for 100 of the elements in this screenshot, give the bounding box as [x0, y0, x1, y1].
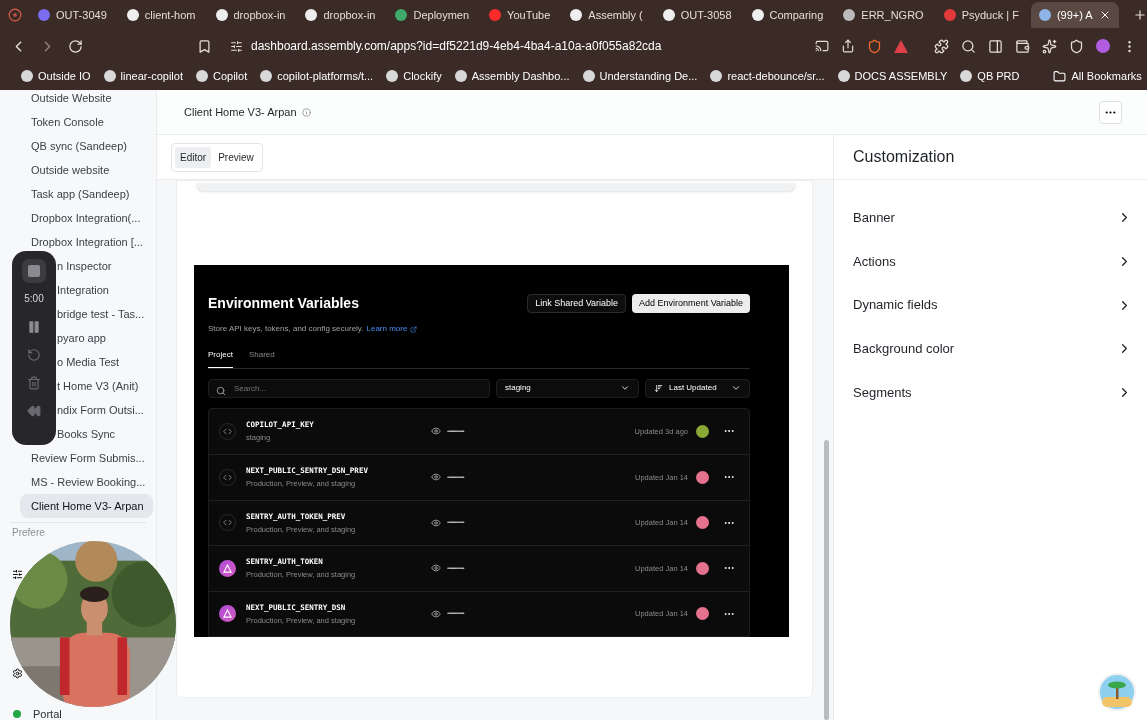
favicon-icon	[395, 9, 408, 21]
customization-item[interactable]: Actions	[834, 239, 1147, 284]
rewind-icon[interactable]	[27, 404, 41, 418]
sidebar-item[interactable]: pyaro app	[57, 330, 149, 346]
sidebar-item[interactable]: n Inspector	[57, 258, 149, 274]
eye-icon[interactable]	[431, 563, 441, 574]
sort-select[interactable]: Last Updated	[645, 379, 750, 398]
browser-tab[interactable]: dropbox-in	[297, 2, 384, 28]
sidebar-item[interactable]: Review Form Submis...	[24, 450, 149, 466]
bookmark-item[interactable]: Understanding De...	[582, 67, 698, 85]
all-bookmarks-item[interactable]: All Bookmarks	[1052, 67, 1142, 85]
bookmark-item[interactable]: react-debounce/sr...	[710, 67, 825, 85]
sidebar-item[interactable]: o Media Test	[57, 354, 149, 370]
address-bar[interactable]: dashboard.assembly.com/apps?id=df5221d9-4eb4-4ba4-a10a-a0f055a82cda	[224, 33, 914, 59]
view-tab[interactable]: Preview	[213, 146, 259, 168]
sidebar-item[interactable]: bridge test - Tas...	[57, 306, 149, 322]
profile-icon[interactable]	[1096, 39, 1110, 53]
new-tab-icon[interactable]	[1132, 8, 1147, 22]
browser-tab[interactable]: (99+) A	[1030, 2, 1119, 28]
wallet-icon[interactable]	[1015, 38, 1030, 54]
filter-icon[interactable]	[12, 569, 23, 580]
extensions-icon[interactable]	[934, 38, 949, 54]
sidebar-item[interactable]: Dropbox Integration(...	[24, 210, 149, 226]
browser-tab[interactable]: OUT-3058	[654, 2, 740, 28]
bookmark-item[interactable]: Copilot	[195, 67, 248, 85]
more-button[interactable]	[1099, 100, 1122, 124]
bookmark-item[interactable]: QB PRD	[960, 67, 1020, 85]
favicon-icon	[843, 9, 856, 21]
page-title: Client Home V3- Arpan	[184, 104, 297, 120]
integration-icon	[219, 559, 236, 577]
bookmark-item[interactable]: DOCS ASSEMBLY	[837, 67, 948, 85]
sidebar-item[interactable]: MS - Review Booking...	[24, 474, 149, 490]
eye-icon[interactable]	[431, 426, 441, 437]
customization-item[interactable]: Background color	[834, 327, 1147, 371]
browser-tab[interactable]: YouTube	[481, 2, 559, 28]
sidebar-item[interactable]: Books Sync	[57, 426, 149, 442]
browser-tab[interactable]: OUT-3049	[30, 2, 115, 28]
triangle-icon[interactable]	[894, 39, 908, 53]
bookmark-item[interactable]: Assembly Dashbo...	[454, 67, 570, 85]
sidebar-item[interactable]: t Home V3 (Anit)	[57, 378, 149, 394]
sort-icon	[654, 383, 663, 393]
tab-title: Assembly (	[588, 7, 643, 23]
environment-select[interactable]: staging	[496, 379, 639, 398]
eye-icon[interactable]	[431, 608, 441, 619]
search-icon	[216, 386, 226, 396]
reload-icon[interactable]	[68, 38, 83, 54]
tab[interactable]: Shared	[248, 349, 275, 368]
bookmark-item[interactable]: Outside IO	[21, 67, 91, 85]
browser-tab[interactable]: Assembly (	[562, 2, 651, 28]
eye-icon[interactable]	[431, 517, 441, 528]
search-field[interactable]: Search...	[208, 379, 490, 398]
bookmark-item[interactable]: linear-copilot	[103, 67, 183, 85]
cast-icon[interactable]	[815, 39, 829, 53]
tab-title: OUT-3058	[680, 7, 732, 23]
browser-tab[interactable]: client-hom	[118, 2, 204, 28]
settings-icon[interactable]	[12, 668, 23, 679]
action-button[interactable]: Link Shared Variable	[527, 294, 627, 313]
browser-tab[interactable]: dropbox-in	[207, 2, 294, 28]
site-settings-icon[interactable]	[230, 39, 243, 53]
sparkles-icon[interactable]	[1042, 38, 1057, 54]
portal-item[interactable]: Portal	[13, 708, 156, 720]
bookmark-item[interactable]: copilot-platforms/t...	[260, 67, 374, 85]
sidebar-item[interactable]: Token Console	[24, 114, 149, 130]
customization-item[interactable]: Banner	[834, 196, 1147, 240]
favicon-icon	[960, 70, 973, 82]
browser-tab[interactable]: Comparing	[743, 2, 832, 28]
panel-title: Customization	[853, 147, 955, 167]
sidebar-item[interactable]: ndix Form Outsi...	[57, 402, 149, 418]
shield-icon[interactable]	[1069, 38, 1084, 54]
browser-tab[interactable]: Deploymen	[387, 2, 478, 28]
timer-text: 5:00	[24, 292, 44, 306]
learn-more-link[interactable]: Learn more	[366, 323, 408, 335]
sidebar-item[interactable]: Task app (Sandeep)	[24, 186, 149, 202]
tab[interactable]: Project	[208, 349, 233, 368]
bookmark-icon[interactable]	[197, 38, 212, 54]
share-icon[interactable]	[841, 39, 855, 53]
eye-icon[interactable]	[431, 472, 441, 483]
restart-icon[interactable]	[27, 348, 41, 362]
favicon-icon	[582, 70, 595, 82]
sidebar-item[interactable]: Integration	[57, 282, 149, 298]
palm-tree-icon[interactable]	[1098, 673, 1136, 711]
view-tab[interactable]: Editor	[175, 146, 212, 168]
customization-item[interactable]: Dynamic fields	[834, 283, 1147, 328]
pause-icon[interactable]	[27, 320, 41, 334]
search-icon[interactable]	[961, 38, 976, 54]
stop-button[interactable]	[22, 259, 46, 283]
sidebar-item[interactable]: Dropbox Integration [...	[24, 234, 149, 250]
sidebar-item[interactable]: Outside Website	[24, 90, 149, 106]
trash-icon[interactable]	[27, 376, 41, 390]
bookmark-item[interactable]: Clockify	[386, 67, 442, 85]
record-icon[interactable]	[8, 8, 22, 22]
tab-title: (99+) A	[1056, 7, 1093, 23]
sidebar-item[interactable]: Outside website	[24, 162, 149, 178]
sidebar-item[interactable]: QB sync (Sandeep)	[24, 138, 149, 154]
browser-tab[interactable]: Psyduck | F	[935, 2, 1027, 28]
sidebar-icon[interactable]	[988, 38, 1003, 54]
browser-tab[interactable]: ERR_NGRO	[835, 2, 932, 28]
favicon-icon	[710, 70, 723, 82]
action-button[interactable]: Add Environment Variable	[632, 294, 750, 313]
customization-item[interactable]: Segments	[834, 370, 1147, 415]
